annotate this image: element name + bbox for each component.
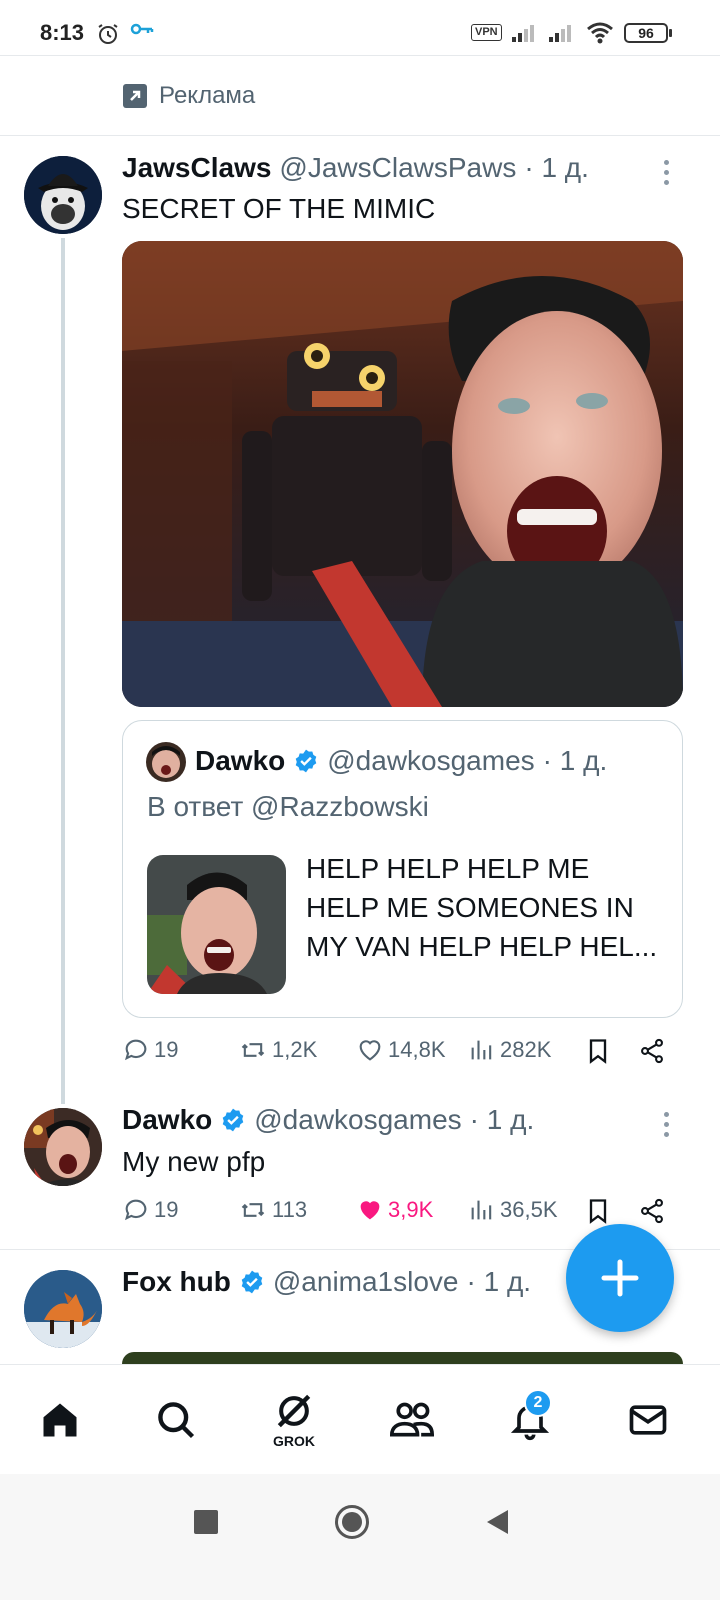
views-button[interactable]: 36,5K	[468, 1196, 558, 1224]
alarm-icon	[96, 22, 120, 51]
promoted-label: Реклама	[159, 82, 256, 109]
quote-avatar	[146, 742, 186, 782]
verified-icon	[220, 1107, 246, 1133]
quote-header: Dawko @dawkosgames · 1 д.	[195, 745, 607, 777]
quote-card[interactable]: Dawko @dawkosgames · 1 д. В ответ @Razzb…	[122, 720, 683, 1018]
repost-button[interactable]: 113	[238, 1196, 307, 1224]
bookmark-icon	[589, 1199, 607, 1224]
repost-icon	[241, 1203, 265, 1217]
bottom-nav: GROK	[0, 1364, 720, 1474]
quote-thumbnail	[147, 855, 286, 994]
like-count: 3,9K	[388, 1197, 434, 1222]
author-handle[interactable]: @dawkosgames	[254, 1104, 461, 1136]
grok-icon	[277, 1394, 311, 1428]
system-nav-bar	[0, 1474, 720, 1600]
share-button[interactable]	[638, 1036, 666, 1066]
like-button[interactable]: 3,9K	[356, 1196, 433, 1224]
bookmark-button[interactable]	[584, 1036, 612, 1066]
thread-line	[61, 238, 65, 1104]
notification-badge: 2	[524, 1389, 552, 1417]
post-text: SECRET OF THE MIMIC	[122, 193, 436, 224]
post-media[interactable]	[122, 1352, 683, 1364]
reply-count: 19	[154, 1197, 179, 1222]
post-actions: 19 1,2K 14,8K 282K	[122, 1036, 682, 1072]
repost-count: 1,2K	[272, 1037, 318, 1062]
back-icon[interactable]	[484, 1508, 510, 1536]
like-count: 14,8K	[388, 1037, 446, 1062]
promoted-icon	[123, 84, 147, 108]
reply-icon	[125, 1039, 147, 1061]
status-bar: 8:13 VPN 96	[0, 0, 720, 56]
views-button[interactable]: 282K	[468, 1036, 551, 1064]
nav-grok[interactable]: GROK	[234, 1365, 354, 1475]
author-handle[interactable]: @JawsClawsPaws	[279, 152, 516, 184]
verified-icon	[239, 1269, 265, 1295]
heart-icon	[359, 1040, 381, 1061]
reply-button[interactable]: 19	[122, 1036, 178, 1064]
author-name[interactable]: JawsClaws	[122, 152, 271, 184]
author-name[interactable]: Fox hub	[122, 1266, 231, 1298]
bookmark-icon	[589, 1039, 607, 1064]
signal-icon	[512, 22, 540, 47]
quote-time: · 1 д.	[542, 745, 608, 776]
signal-icon	[549, 22, 577, 47]
reply-icon	[125, 1199, 147, 1221]
grok-label: GROK	[273, 1433, 315, 1449]
nav-messages[interactable]	[588, 1365, 708, 1475]
promoted-row[interactable]: Реклама	[0, 56, 720, 136]
reply-count: 19	[154, 1037, 179, 1062]
avatar[interactable]	[24, 156, 102, 234]
post-header: Dawko @dawkosgames · 1 д.	[122, 1104, 534, 1136]
quote-reply-to: В ответ @Razzbowski	[147, 791, 429, 822]
repost-icon	[241, 1043, 265, 1057]
share-button[interactable]	[638, 1196, 666, 1226]
plus-icon	[601, 1259, 639, 1297]
nav-communities[interactable]	[352, 1365, 472, 1475]
share-icon	[641, 1198, 663, 1224]
nav-home[interactable]	[0, 1365, 120, 1475]
avatar[interactable]	[24, 1270, 102, 1348]
search-icon	[158, 1402, 195, 1439]
home-system-icon[interactable]	[335, 1505, 369, 1539]
compose-button[interactable]	[566, 1224, 674, 1332]
communities-icon	[389, 1402, 435, 1437]
repost-count: 113	[272, 1197, 308, 1222]
post-header: Fox hub @anima1slove · 1 д.	[122, 1266, 531, 1298]
reply-button[interactable]: 19	[122, 1196, 178, 1224]
post-header: JawsClaws @JawsClawsPaws · 1 д.	[122, 152, 589, 184]
quote-author-handle: @dawkosgames	[327, 745, 535, 776]
verified-icon	[293, 748, 319, 774]
recents-icon[interactable]	[194, 1510, 218, 1534]
bookmark-button[interactable]	[584, 1196, 612, 1226]
home-icon	[43, 1403, 77, 1437]
views-icon	[471, 1200, 492, 1220]
views-count: 36,5K	[500, 1197, 558, 1222]
author-name[interactable]: Dawko	[122, 1104, 212, 1136]
share-icon	[641, 1038, 663, 1064]
views-icon	[471, 1040, 492, 1060]
like-button[interactable]: 14,8K	[356, 1036, 446, 1064]
key-icon	[130, 22, 154, 41]
post-time: · 1 д.	[469, 1104, 535, 1135]
heart-filled-icon	[360, 1201, 380, 1220]
vpn-icon: VPN	[471, 24, 502, 41]
battery-icon: 96	[624, 23, 672, 43]
post-text: My new pfp	[122, 1146, 266, 1177]
wifi-icon	[586, 20, 614, 49]
post-time: · 1 д.	[524, 152, 589, 183]
quote-text: HELP HELP HELP ME HELP ME SOMEONES IN MY…	[306, 853, 658, 962]
post-media[interactable]	[122, 241, 683, 707]
nav-notifications[interactable]	[470, 1365, 590, 1475]
more-icon[interactable]	[662, 160, 670, 186]
author-handle[interactable]: @anima1slove	[273, 1266, 459, 1298]
nav-search[interactable]	[116, 1365, 236, 1475]
post-time: · 1 д.	[466, 1266, 532, 1297]
quote-author-name: Dawko	[195, 745, 286, 776]
repost-button[interactable]: 1,2K	[238, 1036, 317, 1064]
views-count: 282K	[500, 1037, 552, 1062]
mail-icon	[629, 1405, 667, 1435]
status-time: 8:13	[40, 20, 85, 45]
avatar[interactable]	[24, 1108, 102, 1186]
more-icon[interactable]	[662, 1112, 670, 1138]
